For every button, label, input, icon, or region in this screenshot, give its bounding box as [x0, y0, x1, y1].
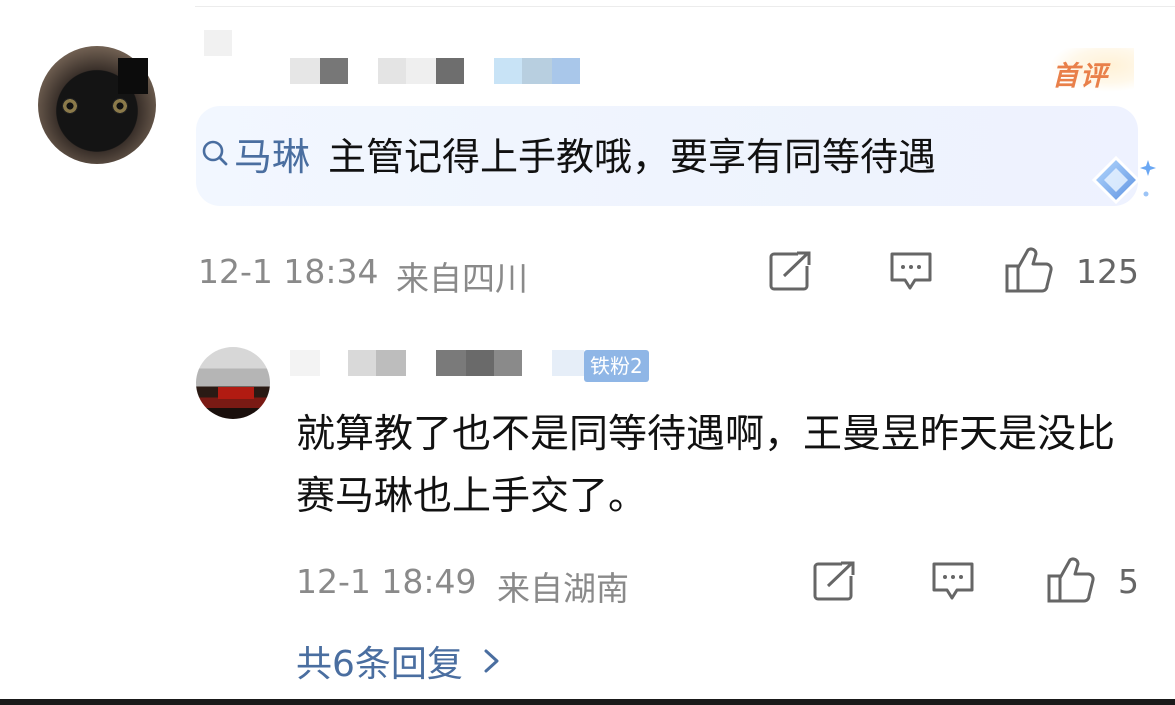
- reply-avatar[interactable]: [196, 347, 270, 419]
- avatar-redaction: [118, 58, 148, 94]
- redacted-badge: [522, 58, 552, 84]
- more-replies-label: 共6条回复: [296, 644, 463, 685]
- redacted-badge: [552, 350, 584, 376]
- redacted-username: [436, 350, 466, 376]
- chevron-right-icon: [484, 649, 499, 673]
- reply-icon[interactable]: [930, 560, 976, 604]
- avatar-eye: [62, 98, 78, 114]
- share-icon[interactable]: [812, 560, 856, 602]
- reply-location: 来自湖南: [497, 569, 629, 608]
- reply-date: 12-1 18:49: [296, 562, 477, 601]
- redacted-username: [406, 58, 436, 84]
- share-icon[interactable]: [768, 250, 812, 292]
- redacted-username: [466, 350, 494, 376]
- redacted-username: [320, 58, 348, 84]
- reply-icon[interactable]: [888, 250, 934, 294]
- redacted-username: [348, 350, 376, 376]
- like-icon[interactable]: [1046, 556, 1096, 604]
- mention-name: 马琳: [234, 134, 311, 179]
- redacted-username: [376, 350, 406, 376]
- avatar-eye: [112, 98, 128, 114]
- comment-text: 马琳 主管记得上手教哦，要享有同等待遇: [200, 124, 936, 182]
- redacted-badge: [494, 58, 522, 84]
- fan-badge: 铁粉2: [584, 350, 649, 382]
- redacted-username: [378, 58, 406, 84]
- like-icon[interactable]: [1004, 246, 1054, 294]
- redacted-badge: [552, 58, 580, 84]
- comment-location: 来自四川: [396, 259, 528, 298]
- like-count: 125: [1076, 252, 1139, 291]
- avatar-red-banner: [218, 387, 254, 399]
- comment-body: 主管记得上手教哦，要享有同等待遇: [328, 134, 937, 179]
- view-more-replies-link[interactable]: 共6条回复: [296, 636, 503, 686]
- reply-text: 就算教了也不是同等待遇啊，王曼昱昨天是没比赛马琳也上手交了。: [296, 412, 1116, 519]
- redacted-username[interactable]: [290, 350, 320, 376]
- first-comment-badge: 首评: [1052, 61, 1108, 92]
- bottom-border: [0, 699, 1175, 705]
- redacted-username[interactable]: [204, 30, 232, 56]
- redacted-username: [290, 58, 320, 84]
- reply-like-count: 5: [1118, 562, 1139, 601]
- top-divider: [195, 6, 1175, 7]
- redacted-username: [436, 58, 464, 84]
- diamond-sticker-icon: [1091, 155, 1156, 205]
- redacted-username: [494, 350, 522, 376]
- mention-link[interactable]: 马琳: [200, 126, 310, 181]
- comment-date: 12-1 18:34: [198, 252, 379, 291]
- search-icon: [202, 140, 228, 166]
